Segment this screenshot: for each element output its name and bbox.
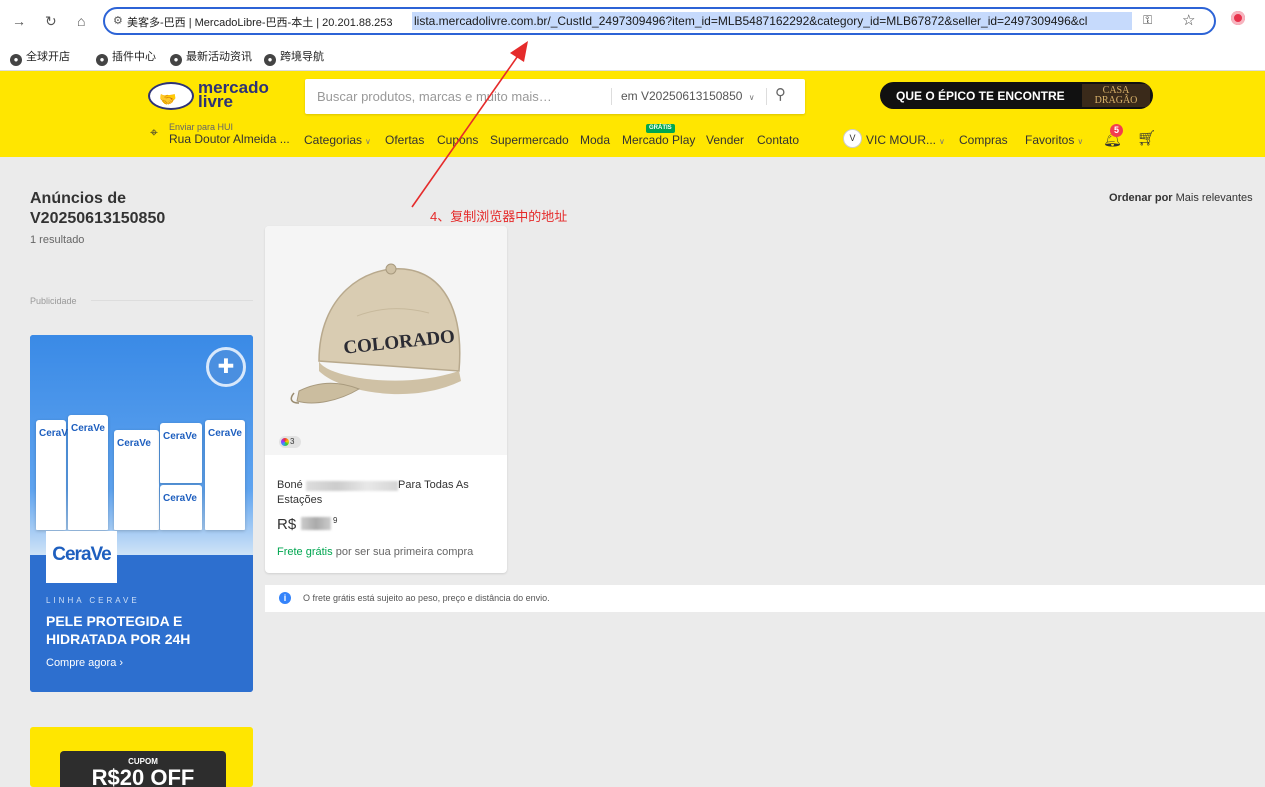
home-icon[interactable]: ⌂	[77, 12, 85, 30]
bookmarks-bar: ● 全球开店 ● 插件中心 ● 最新活动资讯 ● 跨境导航	[0, 42, 1265, 71]
site-header: 🤝 mercado livre em V20250613150850 ∨ ⚲ Q…	[0, 71, 1265, 157]
divider	[611, 88, 612, 105]
chevron-down-icon: ∨	[1077, 137, 1084, 146]
divider	[766, 88, 767, 105]
globe-icon: ●	[264, 54, 276, 66]
nav-compras[interactable]: Compras	[959, 133, 1008, 147]
ad-headline: PELE PROTEGIDA E HIDRATADA POR 24H	[46, 613, 191, 647]
forward-icon[interactable]: →	[12, 12, 26, 30]
color-variants-badge[interactable]: 3	[279, 436, 301, 448]
nav-contato[interactable]: Contato	[757, 133, 799, 147]
product-title-line2[interactable]: Estações	[277, 494, 322, 506]
notification-badge: 5	[1110, 124, 1123, 137]
cross-seal-icon: ✚	[206, 347, 246, 387]
search-scope-select[interactable]: em V20250613150850 ∨	[621, 89, 755, 103]
promo-banner[interactable]: QUE O ÉPICO TE ENCONTRE CASA DRAGÃO	[880, 82, 1153, 109]
search-bar: em V20250613150850 ∨ ⚲	[305, 79, 805, 114]
results-count: 1 resultado	[30, 234, 85, 246]
baseball-cap-image: COLORADO	[290, 263, 461, 404]
reload-icon[interactable]: ↻	[45, 12, 57, 30]
nav-cupons[interactable]: Cupons	[437, 133, 478, 147]
page-title: Anúncios de V20250613150850	[30, 190, 166, 227]
nav-categorias[interactable]: Categorias ∨	[304, 133, 371, 147]
coupon-ad-banner[interactable]: CUPOM R$20 OFF	[30, 727, 253, 787]
divider	[91, 300, 253, 301]
product-jar: CeraVe	[160, 485, 202, 530]
bookmark-item[interactable]: ● 最新活动资讯	[170, 48, 252, 66]
user-menu[interactable]: VIC MOUR... ∨	[866, 133, 945, 147]
chevron-down-icon: ∨	[365, 137, 371, 146]
nav-vender[interactable]: Vender	[706, 133, 744, 147]
sort-select[interactable]: Ordenar por Mais relevantes	[1109, 192, 1253, 204]
handshake-logo-mark: 🤝	[148, 82, 194, 110]
gratis-badge: GRÁTIS	[646, 124, 675, 133]
handshake-icon: 🤝	[159, 91, 177, 107]
product-card[interactable]: COLORADO 3 Boné Para Todas As Estações R…	[265, 226, 507, 573]
coupon-ticket: CUPOM R$20 OFF	[60, 751, 226, 787]
nav-moda[interactable]: Moda	[580, 133, 610, 147]
product-image[interactable]: COLORADO 3	[265, 226, 507, 455]
ad-text-panel: CeraVe LINHA CERAVE PELE PROTEGIDA E HID…	[30, 531, 253, 692]
nav-mercado-play[interactable]: Mercado Play	[622, 133, 695, 147]
chevron-right-icon: ›	[119, 657, 124, 669]
nav-supermercado[interactable]: Supermercado	[490, 133, 569, 147]
annotation-text: 4、复制浏览器中的地址	[430, 209, 568, 224]
shipping-info: Frete grátis por ser sua primeira compra	[277, 546, 474, 558]
globe-icon: ●	[10, 54, 22, 66]
chevron-down-icon: ∨	[939, 137, 945, 146]
omnibox[interactable]: ⚙ 美客多-巴西 | MercadoLibre-巴西-本土 | 20.201.8…	[103, 7, 1216, 35]
cerave-ad-banner[interactable]: ✚ CeraVe CeraVe CeraVe CeraVe CeraVe Cer…	[30, 335, 253, 692]
shipping-note: i O frete grátis está sujeito ao peso, p…	[265, 585, 1265, 612]
blurred-text	[306, 481, 398, 491]
browser-chrome: → ↻ ⌂ ⚙ 美客多-巴西 | MercadoLibre-巴西-本土 | 20…	[0, 0, 1265, 71]
globe-icon: ●	[170, 54, 182, 66]
product-jar: CeraVe	[160, 423, 202, 483]
color-wheel-icon	[281, 438, 289, 446]
product-tube: CeraVe	[68, 415, 108, 530]
nav-favoritos[interactable]: Favoritos ∨	[1025, 133, 1083, 147]
nav-ofertas[interactable]: Ofertas	[385, 133, 424, 147]
product-title-end[interactable]: Para Todas As	[398, 478, 469, 492]
avatar[interactable]: V	[843, 129, 862, 148]
address-row: → ↻ ⌂ ⚙ 美客多-巴西 | MercadoLibre-巴西-本土 | 20…	[0, 0, 1265, 42]
mercado-livre-logo[interactable]: 🤝 mercado livre	[148, 79, 269, 114]
ad-brand: LINHA CERAVE	[46, 596, 140, 605]
bookmark-star-icon[interactable]: ☆	[1182, 11, 1195, 29]
chevron-down-icon: ∨	[748, 93, 755, 102]
key-icon[interactable]: ⚿	[1143, 13, 1152, 28]
product-tube: CeraVe	[36, 420, 73, 530]
bookmark-item[interactable]: ● 跨境导航	[264, 48, 324, 66]
ad-cta-link[interactable]: Compre agora ›	[46, 657, 123, 669]
blurred-price	[301, 517, 331, 530]
product-tube: CeraVe	[205, 420, 245, 530]
ad-label: Publicidade	[30, 296, 77, 306]
site-settings-icon[interactable]: ⚙	[113, 14, 123, 27]
cart-icon[interactable]: 🛒︎	[1137, 129, 1156, 147]
search-icon[interactable]: ⚲	[775, 85, 786, 103]
casa-dragao-badge: CASA DRAGÃO	[1082, 84, 1150, 107]
bookmark-item[interactable]: ● 全球开店	[10, 48, 70, 66]
cerave-logo: CeraVe	[46, 531, 117, 583]
ad-product-image: ✚ CeraVe CeraVe CeraVe CeraVe CeraVe Cer…	[30, 335, 253, 555]
page-title-chip: 美客多-巴西 | MercadoLibre-巴西-本土 | 20.201.88.…	[127, 17, 393, 29]
bookmark-item[interactable]: ● 插件中心	[96, 48, 156, 66]
globe-icon: ●	[96, 54, 108, 66]
extension-icon[interactable]	[1231, 11, 1245, 25]
product-bottle: CeraVe	[114, 430, 159, 530]
search-input[interactable]	[305, 79, 605, 114]
price-cents: 9	[333, 516, 338, 525]
location-pin-icon: ⌖	[150, 124, 158, 140]
url-text[interactable]: lista.mercadolivre.com.br/_CustId_249730…	[412, 12, 1132, 30]
info-icon: i	[279, 592, 291, 604]
product-price: R$	[277, 516, 297, 533]
